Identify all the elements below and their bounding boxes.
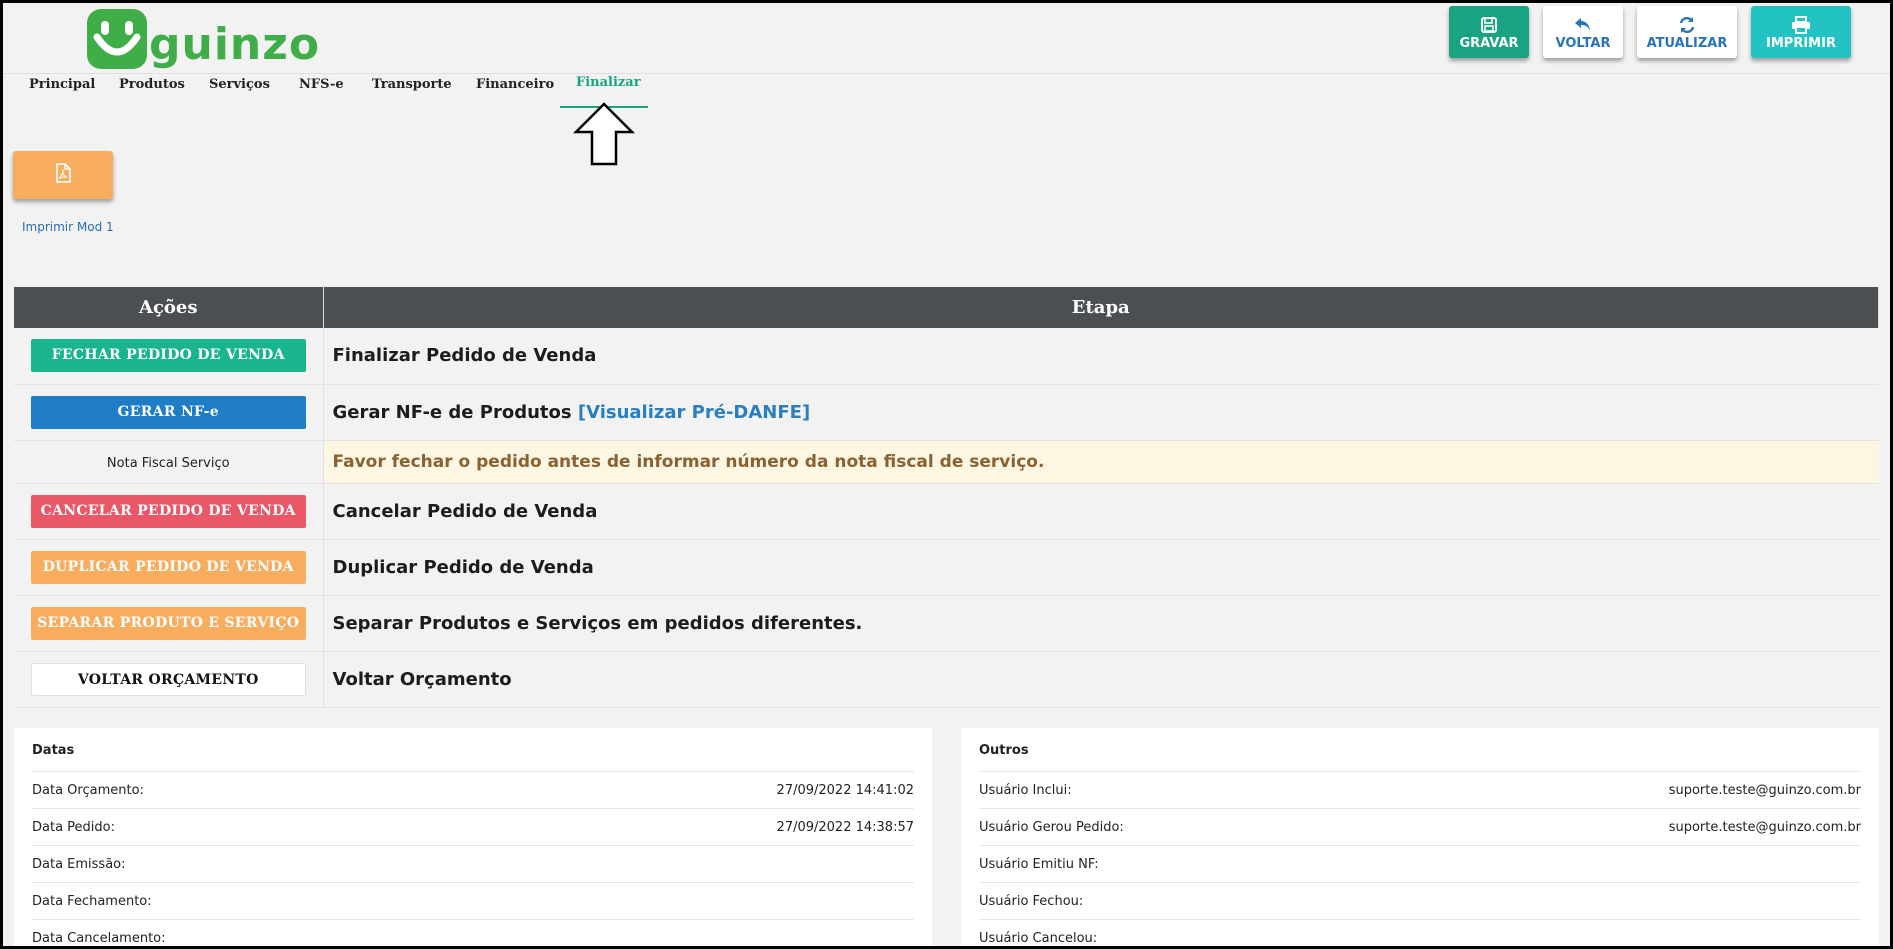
- refresh-icon: [1678, 14, 1696, 36]
- info-label: Usuário Gerou Pedido:: [979, 820, 1124, 835]
- etapa-text: Finalizar Pedido de Venda: [323, 328, 1879, 385]
- main-menu: Principal Produtos Serviços NFS-e Transp…: [3, 73, 1890, 109]
- atualizar-label: ATUALIZAR: [1646, 35, 1728, 51]
- info-label: Usuário Fechou:: [979, 894, 1084, 909]
- etapa-text: Duplicar Pedido de Venda: [323, 539, 1879, 596]
- guinzo-logo: guinzo: [87, 5, 320, 69]
- table-row: CANCELAR PEDIDO DE VENDA Cancelar Pedido…: [14, 483, 1879, 540]
- save-icon: [1480, 14, 1498, 36]
- imprimir-mod-pdf-button[interactable]: [13, 151, 113, 199]
- cancelar-pedido-button[interactable]: CANCELAR PEDIDO DE VENDA: [30, 494, 306, 528]
- gravar-label: GRAVAR: [1459, 35, 1519, 51]
- voltar-button[interactable]: VOLTAR: [1543, 6, 1623, 58]
- info-row: Data Pedido: 27/09/2022 14:38:57: [32, 809, 914, 846]
- logo-text: guinzo: [149, 19, 321, 70]
- gravar-button[interactable]: GRAVAR: [1449, 6, 1529, 58]
- info-row: Usuário Fechou:: [979, 883, 1861, 920]
- header-etapa: Etapa: [323, 287, 1879, 328]
- nota-fiscal-servico-label: Nota Fiscal Serviço: [106, 456, 230, 471]
- info-row: Data Orçamento: 27/09/2022 14:41:02: [32, 772, 914, 809]
- info-value: 27/09/2022 14:38:57: [776, 820, 914, 835]
- separar-produto-servico-button[interactable]: SEPARAR PRODUTO E SERVIÇO: [30, 606, 306, 640]
- menu-item-nfse[interactable]: NFS-e: [299, 77, 344, 92]
- info-label: Data Orçamento:: [32, 783, 144, 798]
- etapa-text: Gerar NF-e de Produtos: [332, 401, 572, 423]
- info-label: Usuário Inclui:: [979, 783, 1072, 798]
- info-row: Usuário Gerou Pedido: suporte.teste@guinz…: [979, 809, 1861, 846]
- menu-item-produtos[interactable]: Produtos: [119, 77, 185, 92]
- info-value: suporte.teste@guinzo.com.br: [1668, 820, 1861, 835]
- visualizar-pre-danfe-link[interactable]: [Visualizar Pré-DANFE]: [578, 402, 810, 423]
- outros-title: Outros: [979, 728, 1861, 772]
- datas-panel: Datas Data Orçamento: 27/09/2022 14:41:02…: [14, 728, 932, 946]
- info-value: suporte.teste@guinzo.com.br: [1668, 783, 1861, 798]
- header-acoes: Ações: [14, 287, 324, 328]
- atualizar-button[interactable]: ATUALIZAR: [1637, 6, 1737, 58]
- gerar-nfe-button[interactable]: GERAR NF-e: [30, 395, 306, 429]
- table-header-row: Ações Etapa: [14, 287, 1879, 328]
- table-row: GERAR NF-e Gerar NF-e de Produtos [Visua…: [14, 384, 1879, 441]
- voltar-label: VOLTAR: [1555, 35, 1611, 51]
- imprimir-label: IMPRIMIR: [1766, 35, 1836, 51]
- actions-table: Ações Etapa FECHAR PEDIDO DE VENDA Final…: [14, 287, 1879, 708]
- info-row: Usuário Cancelou:: [979, 920, 1861, 946]
- app-frame: guinzo GRAVAR VOLTAR ATUALIZAR IMPRIMIR …: [3, 3, 1890, 946]
- logo-smile-icon: [87, 9, 147, 69]
- printer-icon: [1791, 14, 1811, 36]
- fechar-pedido-button[interactable]: FECHAR PEDIDO DE VENDA: [30, 339, 306, 373]
- info-row: Data Cancelamento:: [32, 920, 914, 946]
- up-arrow-annotation-icon: [572, 101, 636, 171]
- undo-arrow-icon: [1573, 14, 1593, 36]
- voltar-orcamento-button[interactable]: VOLTAR ORÇAMENTO: [30, 662, 306, 696]
- etapa-text: Separar Produtos e Serviços em pedidos d…: [323, 595, 1879, 652]
- etapa-text: Voltar Orçamento: [323, 651, 1879, 708]
- datas-title: Datas: [32, 728, 914, 772]
- menu-item-servicos[interactable]: Serviços: [209, 77, 270, 92]
- info-row: Usuário Emitiu NF:: [979, 846, 1861, 883]
- info-row: Usuário Inclui: suporte.teste@guinzo.com.…: [979, 772, 1861, 809]
- outros-panel: Outros Usuário Inclui: suporte.teste@guin…: [961, 728, 1879, 946]
- info-label: Data Emissão:: [32, 857, 126, 872]
- imprimir-button[interactable]: IMPRIMIR: [1751, 6, 1851, 58]
- menu-item-finalizar[interactable]: Finalizar: [576, 75, 641, 90]
- table-row: FECHAR PEDIDO DE VENDA Finalizar Pedido …: [14, 328, 1879, 385]
- pdf-file-icon: [54, 163, 72, 187]
- info-row: Data Emissão:: [32, 846, 914, 883]
- table-row: VOLTAR ORÇAMENTO Voltar Orçamento: [14, 651, 1879, 708]
- table-row: Nota Fiscal Serviço Favor fechar o pedid…: [14, 440, 1879, 484]
- info-label: Usuário Cancelou:: [979, 931, 1098, 946]
- warning-message: Favor fechar o pedido antes de informar …: [323, 440, 1879, 484]
- info-row: Data Fechamento:: [32, 883, 914, 920]
- table-row: DUPLICAR PEDIDO DE VENDA Duplicar Pedido…: [14, 539, 1879, 596]
- table-row: SEPARAR PRODUTO E SERVIÇO Separar Produt…: [14, 595, 1879, 652]
- menu-item-financeiro[interactable]: Financeiro: [476, 77, 554, 92]
- info-label: Data Pedido:: [32, 820, 115, 835]
- duplicar-pedido-button[interactable]: DUPLICAR PEDIDO DE VENDA: [30, 550, 306, 584]
- info-label: Usuário Emitiu NF:: [979, 857, 1099, 872]
- menu-item-transporte[interactable]: Transporte: [372, 77, 452, 92]
- info-label: Data Cancelamento:: [32, 931, 166, 946]
- menu-item-principal[interactable]: Principal: [29, 77, 95, 92]
- info-value: 27/09/2022 14:41:02: [776, 783, 914, 798]
- info-label: Data Fechamento:: [32, 894, 152, 909]
- etapa-text: Cancelar Pedido de Venda: [323, 483, 1879, 540]
- imprimir-mod-link[interactable]: Imprimir Mod 1: [22, 220, 114, 234]
